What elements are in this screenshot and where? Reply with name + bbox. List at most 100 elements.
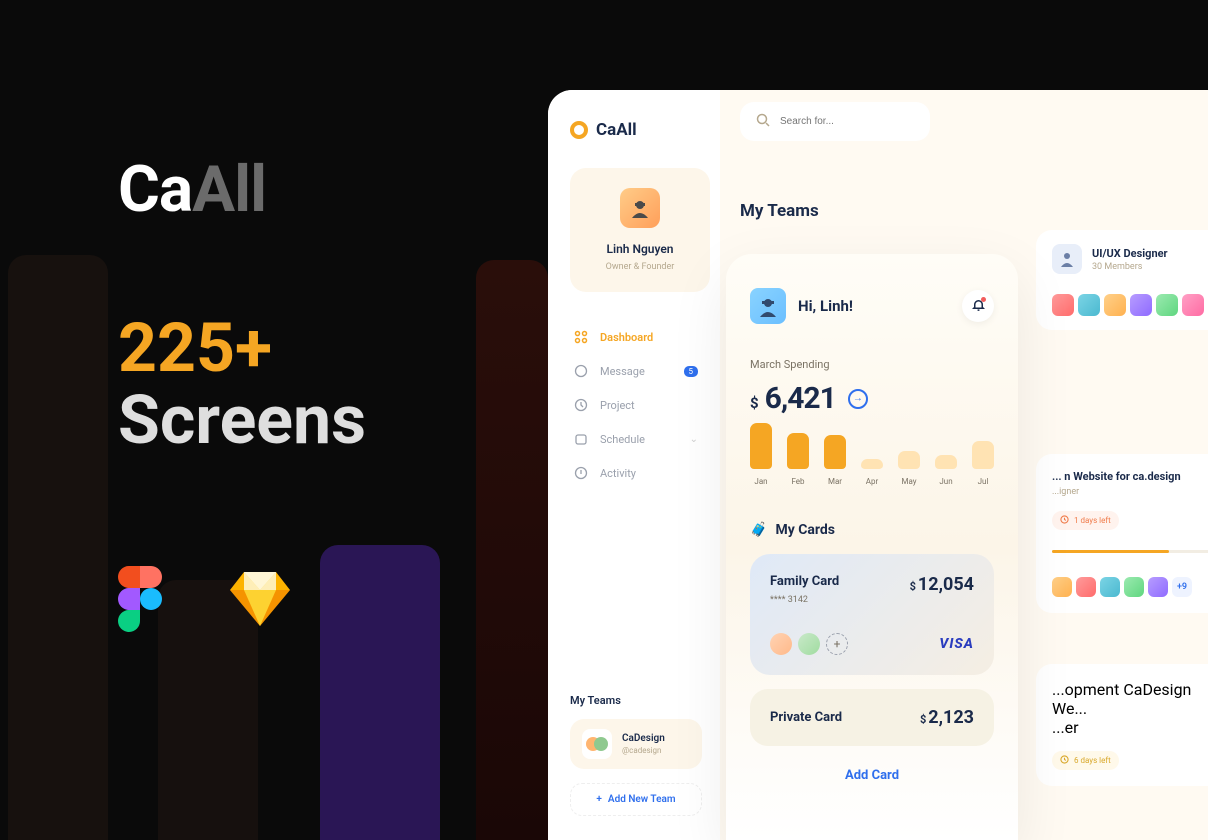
bar bbox=[861, 459, 883, 469]
message-icon bbox=[574, 364, 588, 378]
card-name: Family Card bbox=[770, 574, 839, 589]
member-avatar[interactable] bbox=[770, 633, 792, 655]
project-title: ... n Website for ca.design bbox=[1052, 470, 1208, 483]
nav-label: Message bbox=[600, 365, 645, 378]
progress-fill bbox=[1052, 550, 1169, 553]
project-icon bbox=[574, 398, 588, 412]
member-avatar[interactable] bbox=[1124, 577, 1144, 597]
project-card[interactable]: ...opment CaDesign We... ...er ••• 6 day… bbox=[1036, 664, 1208, 786]
logo-icon bbox=[570, 121, 588, 139]
member-avatar[interactable] bbox=[798, 633, 820, 655]
bar-column[interactable]: Jan bbox=[750, 423, 772, 486]
card-brand: VISA bbox=[939, 636, 974, 652]
member-avatar[interactable] bbox=[1100, 577, 1120, 597]
sidebar: CaAll Linh Nguyen Owner & Founder bbox=[548, 90, 720, 840]
card-balance: $2,123 bbox=[920, 707, 974, 728]
deadline-text: 6 days left bbox=[1074, 756, 1111, 765]
team-panel-role: UI/UX Designer bbox=[1092, 247, 1208, 260]
sketch-icon bbox=[230, 572, 290, 630]
spending-chart: JanFebMarAprMayJunJul bbox=[750, 440, 994, 486]
add-member-button[interactable]: + bbox=[826, 633, 848, 655]
card-balance: $12,054 bbox=[910, 574, 974, 595]
bar bbox=[787, 433, 809, 469]
nav-label: Activity bbox=[600, 467, 636, 480]
schedule-icon bbox=[574, 432, 588, 446]
bar-column[interactable]: Jun bbox=[935, 455, 957, 486]
logo[interactable]: CaAll bbox=[570, 120, 710, 140]
bar-column[interactable]: May bbox=[898, 451, 920, 486]
progress-bar: 65% bbox=[1052, 550, 1208, 553]
project-card[interactable]: ... n Website for ca.design ...igner •••… bbox=[1036, 454, 1208, 613]
member-avatar[interactable] bbox=[1148, 577, 1168, 597]
nav-activity[interactable]: Activity bbox=[570, 456, 710, 490]
spending-label: March Spending bbox=[750, 358, 994, 371]
nav-schedule[interactable]: Schedule ⌄ bbox=[570, 422, 710, 456]
team-panel-members: 30 Members bbox=[1092, 262, 1208, 272]
bar bbox=[898, 451, 920, 469]
member-avatar[interactable] bbox=[1052, 577, 1072, 597]
my-cards-label: My Cards bbox=[775, 522, 835, 538]
nav-label: Dashboard bbox=[600, 331, 653, 344]
sidebar-my-teams: My Teams CaDesign @cadesign + Add New Te… bbox=[570, 694, 702, 816]
bar-label: Jul bbox=[978, 477, 989, 486]
nav-project[interactable]: Project bbox=[570, 388, 710, 422]
bar-column[interactable]: Jul bbox=[972, 441, 994, 486]
team-panel-avatar bbox=[1052, 244, 1082, 274]
deadline-pill: 6 days left bbox=[1052, 751, 1119, 770]
sidebar-my-teams-title: My Teams bbox=[570, 694, 702, 707]
add-card-button[interactable]: Add Card bbox=[750, 768, 994, 783]
details-arrow-button[interactable] bbox=[848, 389, 868, 409]
user-card[interactable]: Linh Nguyen Owner & Founder bbox=[570, 168, 710, 292]
bar-column[interactable]: Apr bbox=[861, 459, 883, 486]
bar-column[interactable]: Mar bbox=[824, 435, 846, 486]
search-input[interactable] bbox=[780, 116, 914, 127]
bar bbox=[750, 423, 772, 469]
currency: $ bbox=[750, 394, 759, 412]
team-panel[interactable]: UI/UX Designer 30 Members ••• bbox=[1036, 230, 1208, 330]
member-avatar[interactable] bbox=[1156, 294, 1178, 316]
bg-column bbox=[8, 255, 108, 840]
member-avatar[interactable] bbox=[1052, 294, 1074, 316]
bar bbox=[935, 455, 957, 469]
bar-label: Apr bbox=[866, 477, 878, 486]
bar-label: Mar bbox=[828, 477, 842, 486]
promo-screens: Screens bbox=[118, 385, 366, 456]
team-card[interactable]: CaDesign @cadesign bbox=[570, 719, 702, 769]
figma-icon bbox=[118, 566, 162, 636]
nav-label: Schedule bbox=[600, 433, 645, 446]
nav-label: Project bbox=[600, 399, 635, 412]
spending-amount: 6,421 bbox=[765, 381, 836, 416]
card-name: Private Card bbox=[770, 710, 842, 725]
avatar[interactable] bbox=[750, 288, 786, 324]
private-card[interactable]: Private Card $2,123 bbox=[750, 689, 994, 746]
member-avatar[interactable] bbox=[1076, 577, 1096, 597]
user-name: Linh Nguyen bbox=[580, 242, 700, 256]
member-avatar[interactable] bbox=[1130, 294, 1152, 316]
search-box[interactable] bbox=[740, 102, 930, 141]
more-members[interactable]: +9 bbox=[1172, 577, 1192, 597]
bg-column bbox=[476, 260, 548, 840]
add-team-label: Add New Team bbox=[608, 794, 676, 805]
bar-column[interactable]: Feb bbox=[787, 433, 809, 486]
promo-block: CaAll 225+ Screens bbox=[118, 155, 366, 636]
avatar bbox=[620, 188, 660, 228]
member-avatar[interactable] bbox=[1182, 294, 1204, 316]
family-card[interactable]: Family Card **** 3142 $12,054 + VISA bbox=[750, 554, 994, 675]
member-avatar[interactable] bbox=[1104, 294, 1126, 316]
nav-dashboard[interactable]: Dashboard bbox=[570, 320, 710, 354]
project-role: ...igner bbox=[1052, 487, 1208, 497]
team-name: CaDesign bbox=[622, 733, 665, 744]
brand-part-b: All bbox=[192, 152, 266, 227]
logo-text: CaAll bbox=[596, 120, 637, 140]
my-cards-title: 🧳 My Cards bbox=[750, 522, 994, 538]
notifications-button[interactable] bbox=[962, 290, 994, 322]
add-team-button[interactable]: + Add New Team bbox=[570, 783, 702, 816]
member-avatar[interactable] bbox=[1078, 294, 1100, 316]
card-members: + bbox=[770, 633, 848, 655]
bell-icon bbox=[971, 297, 986, 316]
team-handle: @cadesign bbox=[622, 746, 665, 755]
card-number: **** 3142 bbox=[770, 595, 839, 605]
activity-icon bbox=[574, 466, 588, 480]
nav-message[interactable]: Message 5 bbox=[570, 354, 710, 388]
grid-icon bbox=[574, 330, 588, 344]
